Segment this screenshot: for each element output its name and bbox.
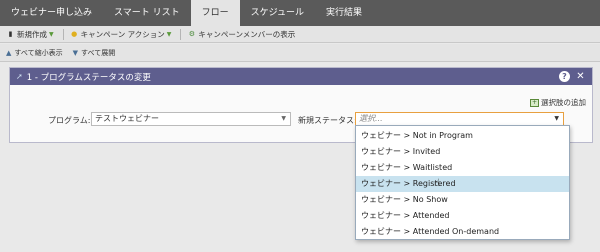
dropdown-option[interactable]: ウェビナー > No Show — [356, 192, 569, 208]
show-members-label: キャンペーンメンバーの表示 — [198, 29, 296, 39]
campaign-action-label: キャンペーン アクション — [80, 29, 165, 39]
tab-flow[interactable]: フロー — [190, 0, 240, 26]
toolbar: ▮ 新規作成 ▼ ● キャンペーン アクション ▼ ⚙ キャンペーンメンバーの表… — [0, 26, 600, 43]
add-choice-icon: + — [530, 98, 539, 107]
dropdown-option[interactable]: ウェビナー > Attended — [356, 208, 569, 224]
program-select-value: テストウェビナー — [95, 114, 159, 123]
collapse-all-label: すべて縮小表示 — [14, 48, 63, 57]
new-status-select[interactable]: 選択... ▼ — [355, 112, 564, 126]
help-icon[interactable]: ? — [559, 71, 570, 82]
chevron-down-icon: ▼ — [554, 115, 559, 122]
toolbar-divider — [62, 28, 64, 40]
new-icon: ▮ — [8, 29, 13, 38]
collapse-icon: ▲ — [6, 48, 12, 57]
tab-smart-list[interactable]: スマート リスト — [103, 0, 191, 26]
toolbar-divider — [180, 28, 182, 40]
tab-results[interactable]: 実行結果 — [315, 0, 373, 26]
program-select[interactable]: テストウェビナー ▼ — [91, 112, 291, 126]
close-icon[interactable]: ✕ — [575, 71, 586, 82]
add-choice-button[interactable]: + 選択肢の追加 — [530, 97, 586, 108]
expand-all-label: すべて展開 — [81, 48, 116, 57]
program-label: プログラム: — [48, 116, 91, 125]
show-members-button[interactable]: ⚙ キャンペーンメンバーの表示 — [187, 29, 296, 40]
lightbulb-icon: ● — [71, 29, 78, 38]
members-icon: ⚙ — [188, 29, 196, 38]
dropdown-option[interactable]: ウェビナー > Attended On-demand — [356, 224, 569, 240]
status-dropdown-list: ウェビナー > Not in Program ウェビナー > Invited ウ… — [355, 125, 570, 240]
add-choice-label: 選択肢の追加 — [541, 98, 586, 107]
secondary-toolbar: ▲ すべて縮小表示 ▼ すべて展開 — [0, 44, 600, 62]
panel-title: 1 - プログラムステータスの変更 — [26, 72, 151, 83]
new-status-placeholder: 選択... — [359, 114, 383, 123]
collapse-all-button[interactable]: ▲ すべて縮小表示 — [6, 48, 63, 58]
tab-webinar-registration[interactable]: ウェビナー申し込み — [0, 0, 103, 26]
hand-cursor-icon: ☝ — [434, 178, 441, 189]
dropdown-option[interactable]: ウェビナー > Invited — [356, 144, 569, 160]
chevron-down-icon: ▼ — [166, 30, 172, 38]
panel-header: ➚ 1 - プログラムステータスの変更 ? ✕ — [10, 68, 592, 85]
chevron-down-icon: ▼ — [49, 30, 54, 38]
dropdown-option[interactable]: ウェビナー > Not in Program — [356, 128, 569, 144]
tab-bar: ウェビナー申し込み スマート リスト フロー スケジュール 実行結果 — [0, 0, 600, 26]
dropdown-option-highlighted[interactable]: ウェビナー > Registered — [356, 176, 569, 192]
campaign-action-button[interactable]: ● キャンペーン アクション ▼ — [70, 29, 172, 40]
new-status-label: 新規ステータス: — [298, 116, 357, 125]
dropdown-option[interactable]: ウェビナー > Waitlisted — [356, 160, 569, 176]
panel-header-buttons: ? ✕ — [554, 71, 586, 82]
tab-schedule[interactable]: スケジュール — [240, 0, 315, 26]
expand-all-button[interactable]: ▼ すべて展開 — [73, 48, 116, 58]
new-button[interactable]: ▮ 新規作成 ▼ — [6, 29, 54, 40]
flow-step-icon: ➚ — [16, 72, 23, 81]
new-label: 新規作成 — [17, 29, 47, 39]
chevron-down-icon: ▼ — [281, 115, 286, 122]
expand-icon: ▼ — [72, 48, 79, 57]
